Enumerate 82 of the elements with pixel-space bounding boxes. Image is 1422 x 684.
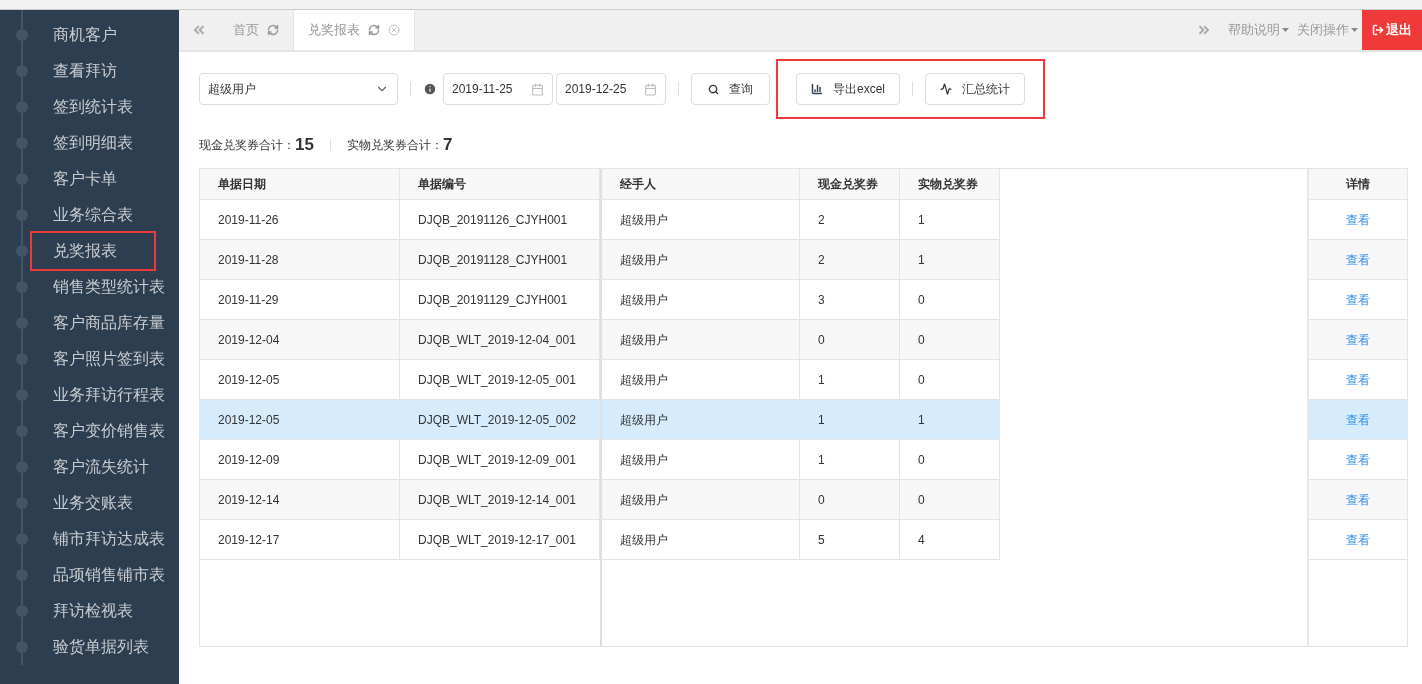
table-cell: DJQB_WLT_2019-12-09_001 xyxy=(400,440,600,479)
info-icon xyxy=(423,82,437,96)
table-row[interactable]: 2019-11-29 DJQB_20191129_CJYH001 超级用户 3 0 xyxy=(200,280,1000,320)
table-row[interactable]: 2019-12-04 DJQB_WLT_2019-12-04_001 超级用户 0 0 xyxy=(200,320,1000,360)
table-cell: 1 xyxy=(800,440,900,479)
table-cell: 2019-12-05 xyxy=(200,400,400,439)
close-icon[interactable] xyxy=(388,24,400,36)
table-cell: 2019-12-17 xyxy=(200,520,400,559)
column-header: 现金兑奖券 xyxy=(800,169,900,199)
table-cell: 0 xyxy=(900,360,1000,399)
table-cell: 2 xyxy=(800,200,900,239)
logout-icon xyxy=(1372,24,1384,36)
table-cell: 0 xyxy=(900,440,1000,479)
sidebar-item[interactable]: 兑奖报表 xyxy=(30,231,156,271)
total-value: 15 xyxy=(295,134,314,157)
total-label: 现金兑奖券合计： xyxy=(199,137,295,154)
column-header: 实物兑奖券 xyxy=(900,169,1000,199)
user-select[interactable]: 超级用户 xyxy=(199,73,398,105)
table-row[interactable]: 2019-12-09 DJQB_WLT_2019-12-09_001 超级用户 1 0 xyxy=(200,440,1000,480)
table-cell: 2019-11-28 xyxy=(200,240,400,279)
table-cell: 5 xyxy=(800,520,900,559)
calendar-icon xyxy=(644,82,657,96)
table-cell: 2019-12-05 xyxy=(200,360,400,399)
table-cell: DJQB_20191128_CJYH001 xyxy=(400,240,600,279)
caret-icon xyxy=(1282,28,1289,32)
table-cell: 0 xyxy=(900,280,1000,319)
view-link[interactable]: 查看 xyxy=(1346,530,1370,549)
table-row[interactable]: 2019-12-14 DJQB_WLT_2019-12-14_001 超级用户 0 0 xyxy=(200,480,1000,520)
table-cell: 1 xyxy=(900,240,1000,279)
table-cell: 0 xyxy=(900,480,1000,519)
table-cell: 0 xyxy=(800,320,900,359)
table-cell: 2019-11-29 xyxy=(200,280,400,319)
column-header: 单据编号 xyxy=(400,169,600,199)
view-link[interactable]: 查看 xyxy=(1346,370,1370,389)
table-cell: 超级用户 xyxy=(600,520,800,559)
calendar-icon xyxy=(531,82,544,96)
view-link[interactable]: 查看 xyxy=(1346,290,1370,309)
view-link[interactable]: 查看 xyxy=(1346,210,1370,229)
table-row[interactable]: 2019-12-05 DJQB_WLT_2019-12-05_001 超级用户 1 0 xyxy=(200,360,1000,400)
table-row[interactable]: 2019-12-05 DJQB_WLT_2019-12-05_002 超级用户 1 1 xyxy=(200,400,1000,440)
table-cell: DJQB_WLT_2019-12-05_001 xyxy=(400,360,600,399)
table-cell: 1 xyxy=(900,400,1000,439)
table-cell: 0 xyxy=(900,320,1000,359)
table-cell: 2019-12-04 xyxy=(200,320,400,359)
date-field[interactable]: 2019-11-25 xyxy=(443,73,553,105)
table-cell: 3 xyxy=(800,280,900,319)
table-cell: 4 xyxy=(900,520,1000,559)
table-cell: 2019-11-26 xyxy=(200,200,400,239)
summary-stats-button[interactable]: 汇总统计 xyxy=(925,73,1025,105)
caret-icon xyxy=(1351,28,1358,32)
total-label: 实物兑奖券合计： xyxy=(346,137,443,154)
tab-label: 兑奖报表 xyxy=(308,21,360,40)
bar-chart-icon xyxy=(811,83,823,95)
table-cell: DJQB_WLT_2019-12-05_002 xyxy=(400,400,600,439)
table-cell: DJQB_20191126_CJYH001 xyxy=(400,200,600,239)
logout-button[interactable]: 退出 xyxy=(1362,10,1422,50)
table-row[interactable]: 2019-11-26 DJQB_20191126_CJYH001 超级用户 2 1 xyxy=(200,200,1000,240)
table-cell: 2 xyxy=(800,240,900,279)
refresh-icon[interactable] xyxy=(267,24,279,36)
column-header: 详情 xyxy=(1309,169,1407,200)
refresh-icon[interactable] xyxy=(368,24,380,36)
pulse-icon xyxy=(940,83,952,95)
table-cell: 2019-12-14 xyxy=(200,480,400,519)
table-cell: 1 xyxy=(900,200,1000,239)
date-field[interactable]: 2019-12-25 xyxy=(556,73,666,105)
search-icon xyxy=(708,83,719,95)
query-button[interactable]: 查询 xyxy=(691,73,770,105)
table-cell: 1 xyxy=(800,360,900,399)
table-cell: 2019-12-09 xyxy=(200,440,400,479)
table-cell: DJQB_WLT_2019-12-04_001 xyxy=(400,320,600,359)
table-cell: DJQB_WLT_2019-12-17_001 xyxy=(400,520,600,559)
table-cell: 0 xyxy=(800,480,900,519)
column-header: 单据日期 xyxy=(200,169,400,199)
view-link[interactable]: 查看 xyxy=(1346,450,1370,469)
tab-label: 首页 xyxy=(233,21,259,40)
table-cell: DJQB_WLT_2019-12-14_001 xyxy=(400,480,600,519)
table-cell: 1 xyxy=(800,400,900,439)
table-row[interactable]: 2019-11-28 DJQB_20191128_CJYH001 超级用户 2 1 xyxy=(200,240,1000,280)
table-row[interactable]: 2019-12-17 DJQB_WLT_2019-12-17_001 超级用户 5 4 xyxy=(200,520,1000,560)
export-excel-button[interactable]: 导出excel xyxy=(796,73,900,105)
total-value: 7 xyxy=(442,134,453,157)
table-cell: DJQB_20191129_CJYH001 xyxy=(400,280,600,319)
